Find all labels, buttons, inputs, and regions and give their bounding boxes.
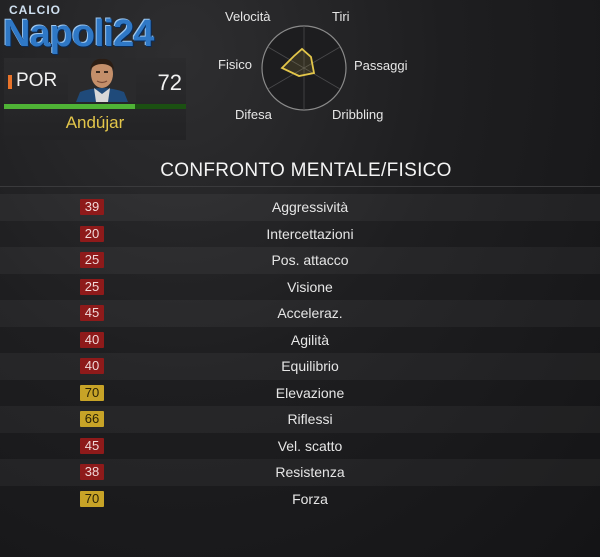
attribute-row[interactable]: 66 Riflessi [0, 406, 600, 433]
attribute-label: Acceleraz. [277, 305, 343, 321]
attribute-label: Resistenza [275, 464, 345, 480]
attribute-label: Aggressività [271, 199, 349, 215]
player-rating: 72 [157, 70, 182, 95]
player-position: POR [16, 70, 58, 91]
attribute-row[interactable]: 39 Aggressività [0, 194, 600, 221]
player-name: Andújar [65, 113, 125, 132]
attribute-label: Elevazione [275, 384, 345, 401]
attribute-row[interactable]: 70 Forza [0, 486, 600, 513]
attribute-row[interactable]: 70 Elevazione [0, 380, 600, 407]
logo-big-text: Napoli24 [3, 13, 154, 55]
attribute-row[interactable]: 25 Pos. attacco [0, 247, 600, 274]
attribute-label: Intercettazioni [266, 225, 354, 242]
attribute-value-badge: 70 [80, 384, 104, 401]
attribute-label: Agilità [290, 331, 330, 348]
attribute-row[interactable]: 45 Vel. scatto [0, 433, 600, 460]
attribute-label: Visione [287, 278, 333, 295]
player-photo [68, 58, 136, 102]
attribute-row[interactable]: 20 Intercettazioni [0, 221, 600, 248]
attribute-value-badge: 40 [80, 358, 104, 374]
attribute-value-badge: 39 [80, 199, 104, 215]
attribute-value-badge: 40 [80, 331, 104, 348]
attribute-value-badge: 25 [80, 278, 104, 295]
attribute-label: Equilibrio [281, 358, 339, 374]
radar-label-velocita: Velocità [225, 9, 271, 24]
attribute-value-badge: 20 [80, 225, 104, 242]
attribute-row[interactable]: 45 Acceleraz. [0, 300, 600, 327]
attribute-radar-chart [261, 25, 347, 111]
rating-bar [4, 104, 186, 109]
attribute-row[interactable]: 38 Resistenza [0, 459, 600, 486]
attribute-label: Vel. scatto [277, 437, 343, 454]
attribute-row[interactable]: 40 Equilibrio [0, 353, 600, 380]
attribute-label: Forza [292, 490, 328, 507]
attribute-row[interactable]: 25 Visione [0, 274, 600, 301]
position-marker [8, 75, 12, 89]
attribute-value-badge: 45 [80, 437, 104, 454]
attribute-value-badge: 66 [80, 411, 104, 427]
comparison-title: CONFRONTO MENTALE/FISICO [160, 160, 452, 181]
attribute-value-badge: 45 [80, 305, 104, 321]
radar-label-tiri: Tiri [332, 9, 350, 24]
player-card[interactable]: POR 72 Andújar [4, 58, 186, 140]
attribute-value-badge: 38 [80, 464, 104, 480]
radar-label-fisico: Fisico [218, 57, 252, 72]
attribute-row[interactable]: 40 Agilità [0, 327, 600, 354]
title-divider [0, 186, 600, 187]
site-logo: CALCIO Napoli24 [3, 3, 185, 61]
attribute-label: Pos. attacco [271, 252, 349, 268]
attribute-value-badge: 25 [80, 252, 104, 268]
rating-bar-fill [4, 104, 136, 109]
attribute-value-badge: 70 [80, 490, 104, 507]
attribute-list: 39 Aggressività 20 Intercettazioni 25 Pos. at… [0, 194, 600, 512]
radar-label-passaggi: Passaggi [354, 58, 408, 73]
attribute-label: Riflessi [287, 411, 333, 427]
